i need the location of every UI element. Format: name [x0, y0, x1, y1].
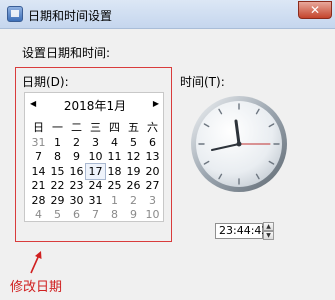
calendar-day[interactable]: 3 [86, 135, 105, 150]
annotation-arrow-icon [30, 251, 42, 274]
weekday-header: 六 [147, 121, 158, 134]
calendar-day[interactable]: 6 [67, 208, 86, 223]
week-row: 4 5 6 7 8 9 10 [29, 208, 162, 223]
next-month-button[interactable]: ▶ [153, 97, 159, 111]
close-button[interactable]: ✕ [298, 1, 332, 19]
calendar-day[interactable]: 16 [67, 164, 86, 179]
weekday-header: 四 [109, 121, 120, 134]
calendar-day[interactable]: 28 [29, 193, 48, 208]
time-spinner: ▲ ▼ [263, 222, 274, 240]
analog-clock [191, 96, 287, 192]
calendar-day[interactable]: 24 [86, 179, 105, 194]
calendar-day[interactable]: 8 [105, 208, 124, 223]
calendar-day[interactable]: 4 [29, 208, 48, 223]
weekday-header: 二 [71, 121, 82, 134]
calendar-day[interactable]: 10 [143, 208, 162, 223]
week-row: 31 1 2 3 4 5 6 [29, 135, 162, 150]
calendar-day[interactable]: 2 [67, 135, 86, 150]
weekday-header: 三 [90, 121, 101, 134]
calendar-day[interactable]: 8 [48, 150, 67, 165]
calendar-header: ◀ 2018年1月 ▶ [25, 97, 165, 113]
window-title: 日期和时间设置 [28, 9, 113, 23]
calendar-day[interactable]: 18 [105, 164, 124, 179]
calendar-day[interactable]: 21 [29, 179, 48, 194]
calendar-day[interactable]: 26 [124, 179, 143, 194]
calendar-day[interactable]: 15 [48, 164, 67, 179]
calendar-day[interactable]: 7 [29, 150, 48, 165]
calendar-day[interactable]: 3 [143, 193, 162, 208]
calendar-day[interactable]: 20 [143, 164, 162, 179]
spin-up-button[interactable]: ▲ [263, 222, 274, 231]
calendar-day[interactable]: 22 [48, 179, 67, 194]
calendar-day[interactable]: 1 [48, 135, 67, 150]
week-row: 28 29 30 31 1 2 3 [29, 193, 162, 208]
calendar-day[interactable]: 2 [124, 193, 143, 208]
calendar-day[interactable]: 5 [124, 135, 143, 150]
calendar-day[interactable]: 1 [105, 193, 124, 208]
calendar-day[interactable]: 12 [124, 150, 143, 165]
calendar-day[interactable]: 9 [124, 208, 143, 223]
calendar: ◀ 2018年1月 ▶ 日 一 二 三 四 五 六 31 1 2 3 4 5 6… [24, 92, 164, 222]
calendar-day[interactable]: 9 [67, 150, 86, 165]
weekday-header: 一 [52, 121, 63, 134]
week-row: 14 15 16 17 18 19 20 [29, 163, 162, 180]
window-icon [7, 6, 23, 22]
calendar-day[interactable]: 11 [105, 150, 124, 165]
weekday-header: 五 [128, 121, 139, 134]
calendar-day[interactable]: 30 [67, 193, 86, 208]
week-row: 7 8 9 10 11 12 13 [29, 150, 162, 165]
calendar-day[interactable]: 31 [86, 193, 105, 208]
calendar-day[interactable]: 23 [67, 179, 86, 194]
calendar-day[interactable]: 4 [105, 135, 124, 150]
calendar-day[interactable]: 19 [124, 164, 143, 179]
weekday-row: 日 一 二 三 四 五 六 [29, 119, 162, 135]
calendar-day[interactable]: 27 [143, 179, 162, 194]
time-label: 时间(T): [180, 75, 225, 89]
calendar-day[interactable]: 13 [143, 150, 162, 165]
calendar-day-selected[interactable]: 17 [85, 163, 106, 180]
month-label[interactable]: 2018年1月 [25, 97, 165, 114]
calendar-day[interactable]: 7 [86, 208, 105, 223]
section-heading: 设置日期和时间: [22, 46, 111, 60]
spin-down-button[interactable]: ▼ [263, 231, 274, 240]
week-row: 21 22 23 24 25 26 27 [29, 179, 162, 194]
date-label: 日期(D): [22, 75, 69, 89]
weekday-header: 日 [33, 121, 44, 134]
calendar-day[interactable]: 14 [29, 164, 48, 179]
annotation-text: 修改日期 [10, 280, 63, 295]
calendar-day[interactable]: 5 [48, 208, 67, 223]
calendar-day[interactable]: 10 [86, 150, 105, 165]
calendar-day[interactable]: 6 [143, 135, 162, 150]
calendar-day[interactable]: 31 [29, 135, 48, 150]
title-bar: 日期和时间设置 ✕ [0, 0, 335, 29]
calendar-day[interactable]: 25 [105, 179, 124, 194]
calendar-day[interactable]: 29 [48, 193, 67, 208]
time-input[interactable]: 23:44:42 [215, 223, 268, 239]
calendar-grid: 日 一 二 三 四 五 六 31 1 2 3 4 5 6 7 8 9 10 11… [29, 119, 162, 222]
clock-center-pin [236, 141, 242, 147]
